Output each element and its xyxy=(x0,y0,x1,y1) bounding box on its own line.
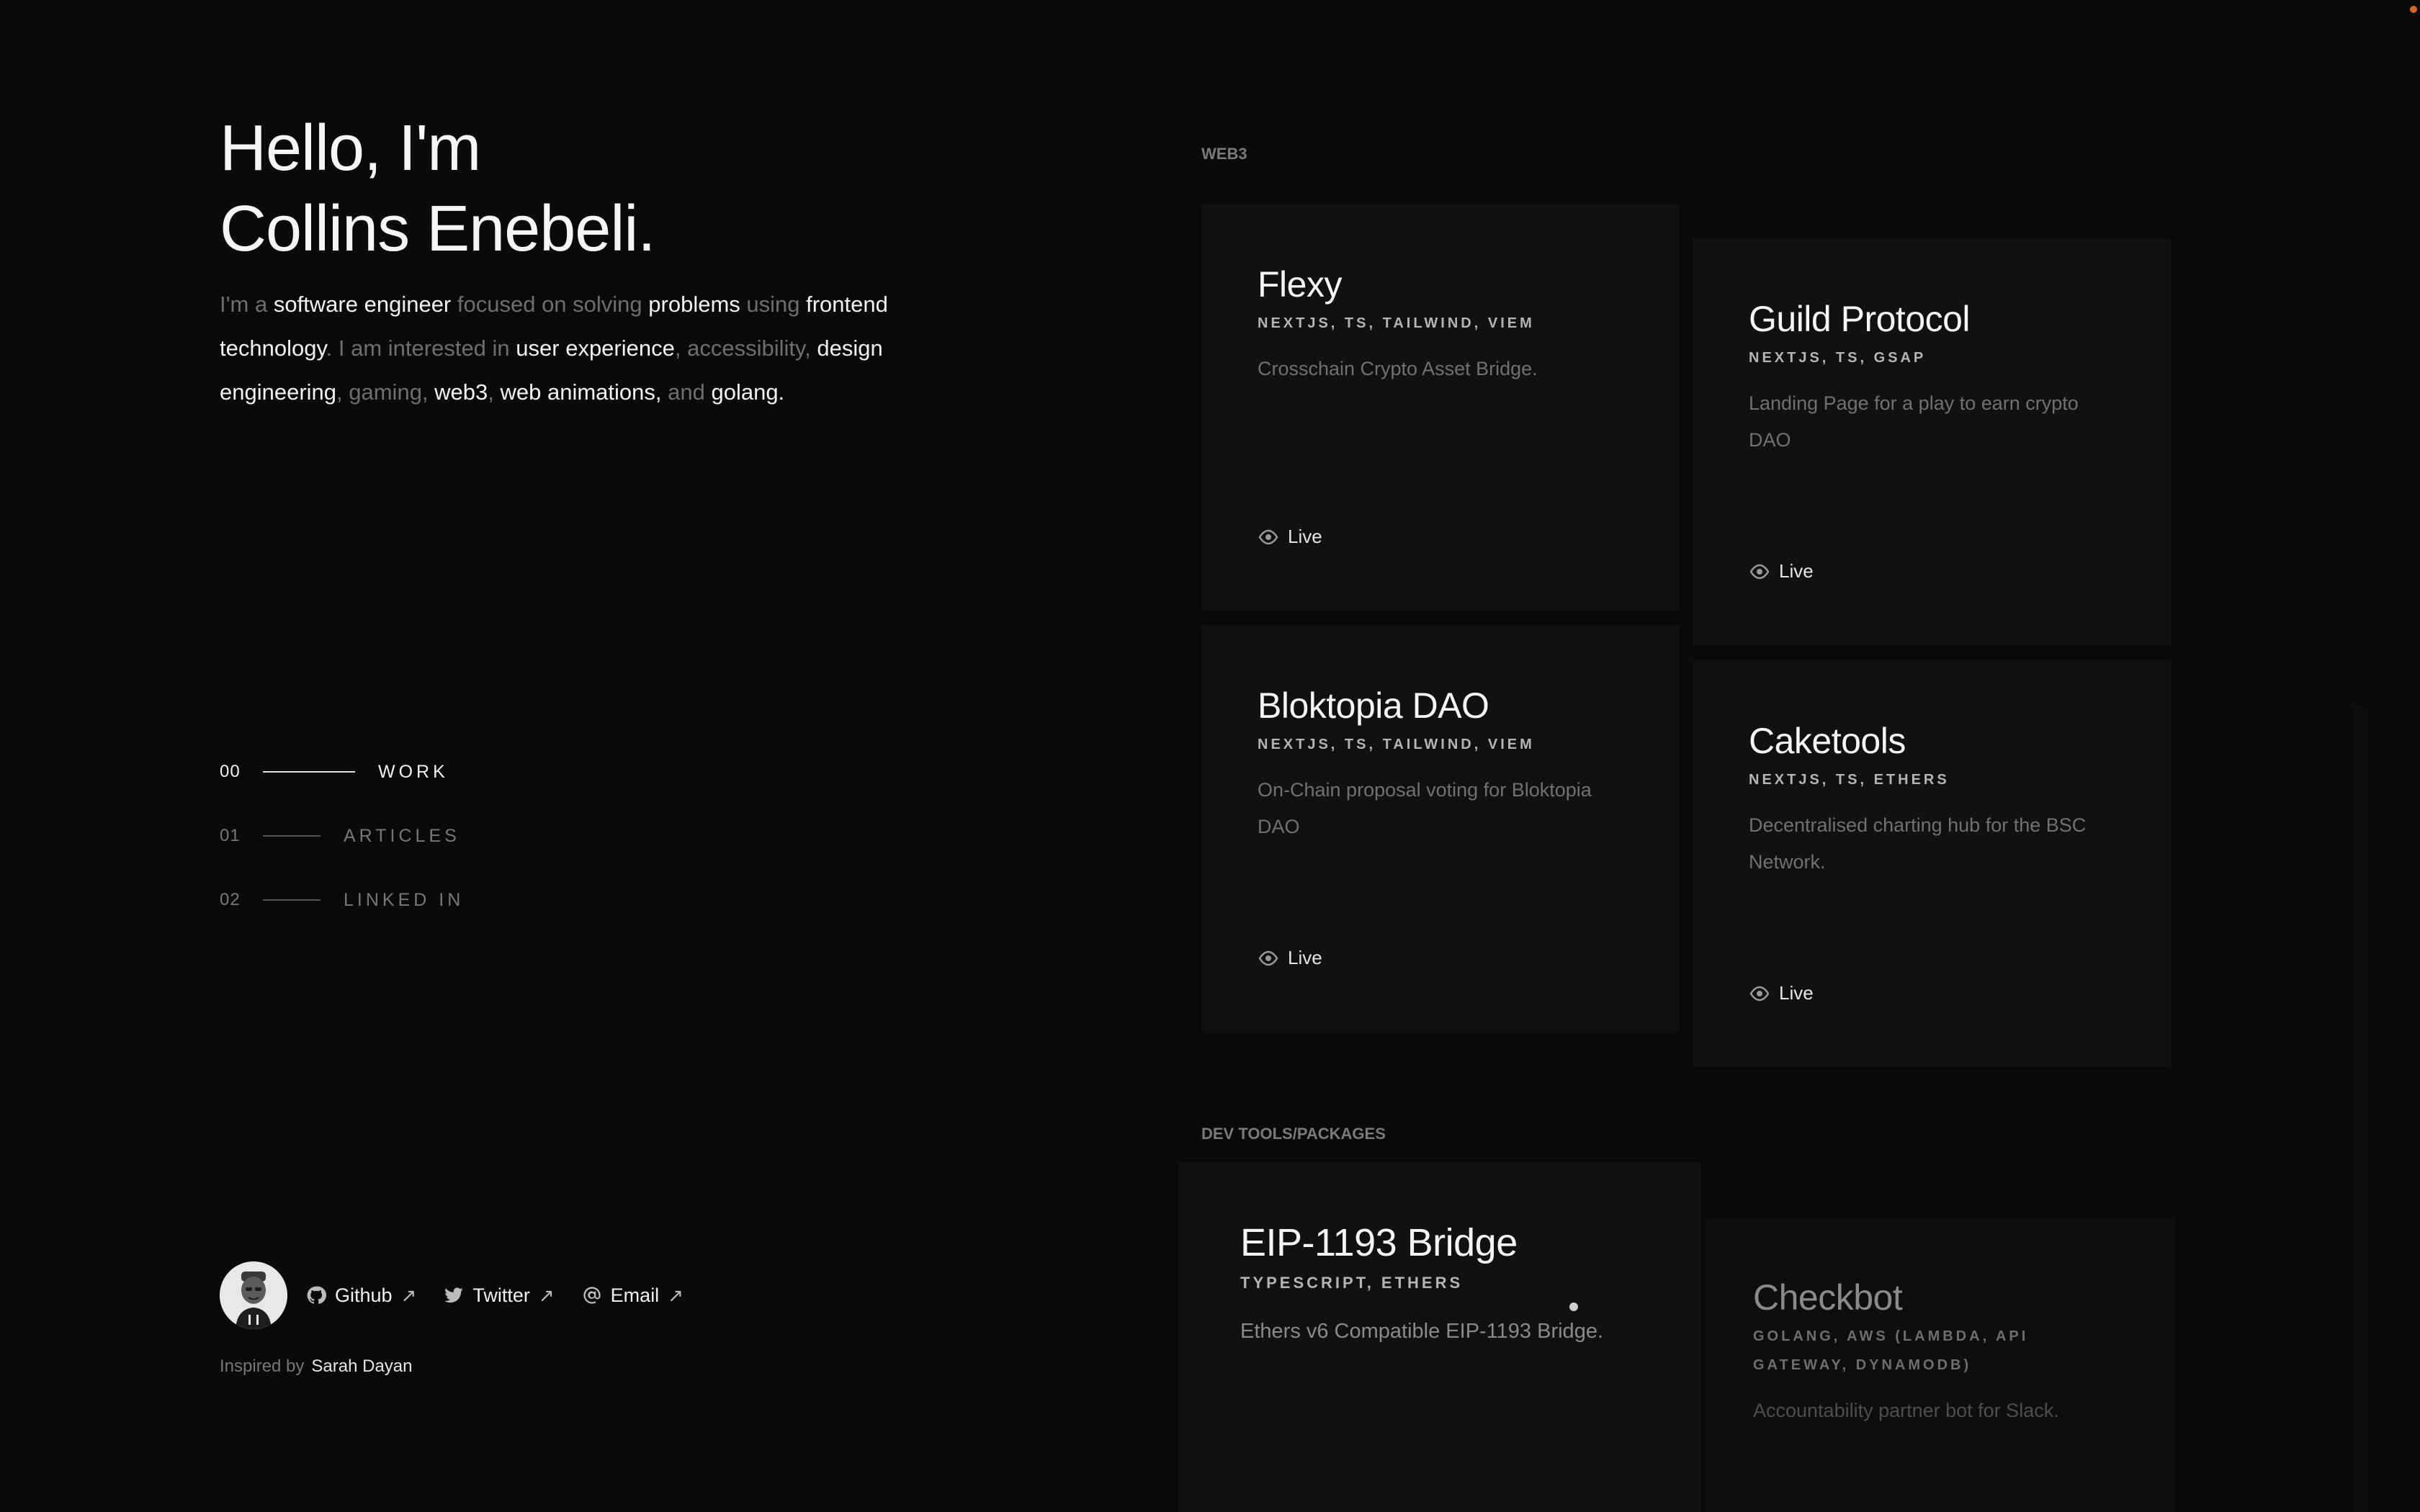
live-link[interactable]: Live xyxy=(1749,560,1814,582)
project-title: Guild Protocol xyxy=(1749,299,1971,339)
project-card-bloktopia-dao[interactable]: Bloktopia DAO NEXTJS, TS, TAILWIND, VIEM… xyxy=(1201,625,1680,1032)
live-link[interactable]: Live xyxy=(1258,526,1322,548)
project-tags: NEXTJS, TS, TAILWIND, VIEM xyxy=(1258,315,1535,331)
intro-text: , accessibility, xyxy=(674,336,817,361)
scroll-shadow xyxy=(2354,706,2364,1512)
eye-icon xyxy=(1258,529,1278,544)
nav-item-work[interactable]: 00 WORK xyxy=(220,757,464,786)
live-label: Live xyxy=(1288,947,1322,968)
title-line-2: Collins Enebeli. xyxy=(220,193,655,265)
nav-label: LINKED IN xyxy=(344,889,465,910)
nav-number: 00 xyxy=(220,762,241,781)
intro-text: and xyxy=(661,379,712,405)
twitter-icon xyxy=(444,1287,464,1303)
nav-line xyxy=(263,771,355,773)
project-card-eip-1193-bridge[interactable]: EIP-1193 Bridge TYPESCRIPT, ETHERS Ether… xyxy=(1178,1162,1701,1512)
notification-dot xyxy=(2410,6,2417,13)
cursor-dot xyxy=(1569,1302,1578,1311)
intro-highlight: software engineer xyxy=(273,292,452,317)
email-label: Email xyxy=(610,1284,660,1306)
eye-icon xyxy=(1749,986,1770,1001)
external-arrow-icon: ↗ xyxy=(538,1284,555,1306)
project-title: Bloktopia DAO xyxy=(1258,685,1489,726)
nav-number: 02 xyxy=(220,890,241,909)
intro-text: , gaming, xyxy=(336,379,435,405)
github-link[interactable]: Github ↗ xyxy=(306,1284,416,1307)
project-title: Checkbot xyxy=(1753,1277,1903,1318)
avatar xyxy=(220,1261,287,1329)
project-card-guild-protocol[interactable]: Guild Protocol NEXTJS, TS, GSAP Landing … xyxy=(1693,238,2171,645)
project-description: On-Chain proposal voting for Bloktopia D… xyxy=(1258,779,1592,837)
intro-highlight: golang. xyxy=(711,379,785,405)
section-label-dev-tools: DEV TOOLS/PACKAGES xyxy=(1201,1125,1386,1143)
nav-label: WORK xyxy=(378,761,449,782)
nav-item-articles[interactable]: 01 ARTICLES xyxy=(220,822,464,850)
avatar-illustration xyxy=(220,1261,287,1329)
project-description: Decentralised charting hub for the BSC N… xyxy=(1749,814,2087,873)
live-link[interactable]: Live xyxy=(1258,947,1322,969)
project-description: Accountability partner bot for Slack. xyxy=(1753,1400,2059,1421)
nav-number: 01 xyxy=(220,826,241,845)
external-arrow-icon: ↗ xyxy=(400,1284,417,1306)
live-label: Live xyxy=(1779,560,1814,582)
hero-intro: I'm a software engineer focused on solvi… xyxy=(220,282,926,414)
project-card-caketools[interactable]: Caketools NEXTJS, TS, ETHERS Decentralis… xyxy=(1693,660,2171,1067)
intro-highlight: web animations, xyxy=(500,379,662,405)
github-icon xyxy=(307,1286,326,1304)
section-nav: 00 WORK 01 ARTICLES 02 LINKED IN xyxy=(220,757,464,950)
project-tags: TYPESCRIPT, ETHERS xyxy=(1240,1274,1464,1292)
project-title: EIP-1193 Bridge xyxy=(1240,1221,1518,1264)
section-label-web3: WEB3 xyxy=(1201,145,1247,163)
intro-text: focused on solving xyxy=(451,292,649,317)
nav-line xyxy=(263,835,321,837)
live-link[interactable]: Live xyxy=(1749,982,1814,1004)
project-tags: NEXTJS, TS, TAILWIND, VIEM xyxy=(1258,737,1535,752)
project-tags: GOLANG, AWS (LAMBDA, API GATEWAY, DYNAMO… xyxy=(1753,1328,2029,1373)
live-label: Live xyxy=(1288,526,1322,547)
project-title: Caketools xyxy=(1749,721,1906,761)
profile-footer: Github ↗ Twitter ↗ Email ↗ Inspired by Sa… xyxy=(220,1261,711,1377)
intro-text: . I am interested in xyxy=(326,336,516,361)
portfolio-page: Hello, I'm Collins Enebeli. I'm a softwa… xyxy=(0,0,2420,1512)
project-description: Ethers v6 Compatible EIP-1193 Bridge. xyxy=(1240,1320,1604,1343)
intro-highlight: user experience xyxy=(516,336,675,361)
credit-author-link[interactable]: Sarah Dayan xyxy=(311,1356,412,1376)
intro-highlight: web3 xyxy=(434,379,488,405)
project-tags: NEXTJS, TS, GSAP xyxy=(1749,350,1927,366)
nav-item-linkedin[interactable]: 02 LINKED IN xyxy=(220,886,464,914)
eye-icon xyxy=(1749,564,1770,579)
title-line-1: Hello, I'm xyxy=(220,112,481,184)
nav-line xyxy=(263,899,321,901)
twitter-link[interactable]: Twitter ↗ xyxy=(444,1284,555,1307)
intro-text: I'm a xyxy=(220,292,274,317)
project-card-flexy[interactable]: Flexy NEXTJS, TS, TAILWIND, VIEM Crossch… xyxy=(1201,204,1680,611)
twitter-label: Twitter xyxy=(472,1284,530,1306)
live-label: Live xyxy=(1779,982,1814,1004)
nav-label: ARTICLES xyxy=(344,825,460,846)
email-link[interactable]: Email ↗ xyxy=(582,1284,684,1307)
external-arrow-icon: ↗ xyxy=(668,1284,684,1306)
project-description: Landing Page for a play to earn crypto D… xyxy=(1749,392,2079,451)
intro-text: using xyxy=(740,292,807,317)
intro-text: , xyxy=(488,379,501,405)
project-description: Crosschain Crypto Asset Bridge. xyxy=(1258,358,1538,379)
github-label: Github xyxy=(335,1284,393,1306)
credit-line: Inspired by Sarah Dayan xyxy=(220,1356,711,1377)
project-tags: NEXTJS, TS, ETHERS xyxy=(1749,772,1950,788)
project-card-checkbot[interactable]: Checkbot GOLANG, AWS (LAMBDA, API GATEWA… xyxy=(1706,1217,2175,1512)
credit-prefix: Inspired by xyxy=(220,1356,305,1376)
social-links: Github ↗ Twitter ↗ Email ↗ xyxy=(220,1261,711,1329)
intro-highlight: problems xyxy=(648,292,740,317)
eye-icon xyxy=(1258,950,1278,966)
at-icon xyxy=(583,1287,601,1304)
project-title: Flexy xyxy=(1258,264,1342,305)
page-title: Hello, I'm Collins Enebeli. xyxy=(220,108,655,269)
